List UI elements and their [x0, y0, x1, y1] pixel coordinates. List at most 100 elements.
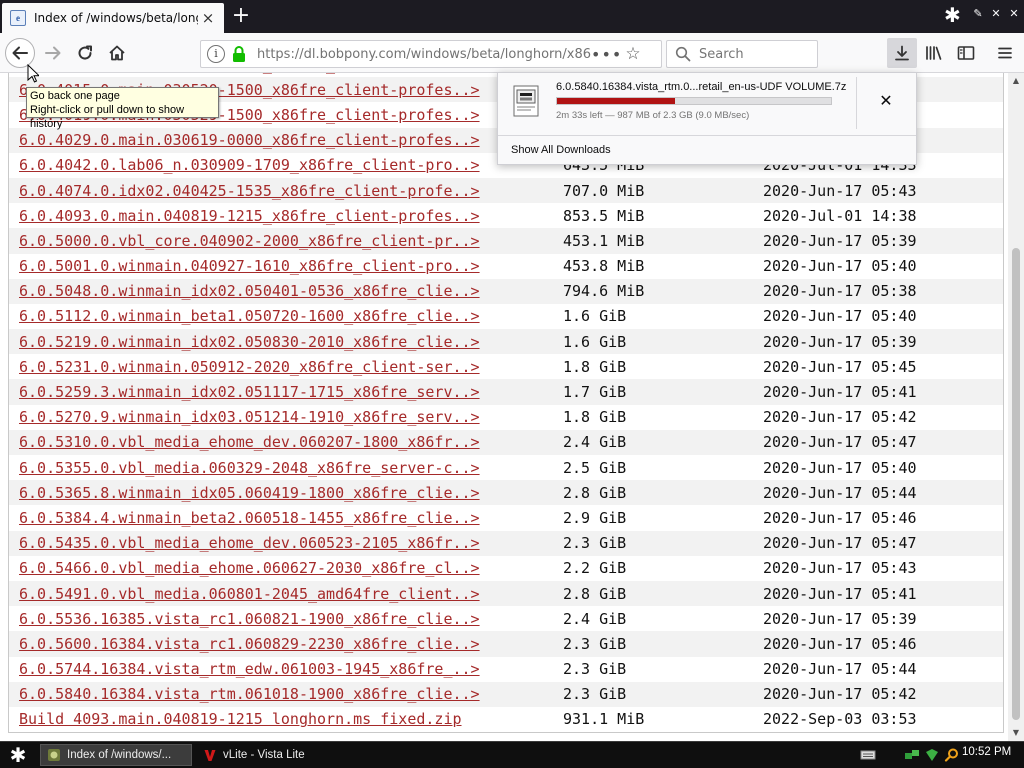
downloads-button[interactable] [887, 38, 917, 68]
file-name-cell: 6.0.5491.0.vbl_media.060801-2045_amd64fr… [9, 585, 555, 603]
file-size-cell: 2.2 GiB [563, 559, 627, 578]
show-all-downloads-button[interactable]: Show All Downloads [498, 135, 916, 165]
file-link[interactable]: Build 4093.main.040819-1215 longhorn.ms … [19, 710, 462, 728]
taskbar-item-vlite[interactable]: vLite - Vista Lite [197, 744, 349, 766]
file-link[interactable]: 6.0.5112.0.winmain_beta1.050720-1600_x86… [19, 307, 480, 325]
file-link[interactable]: 6.0.5491.0.vbl_media.060801-2045_amd64fr… [19, 585, 480, 603]
search-bar[interactable] [666, 40, 818, 68]
file-name-cell: 6.0.5231.0.winmain.050912-2020_x86fre_cl… [9, 358, 555, 376]
file-date-cell: 2020-Jun-17 05:46 [763, 508, 917, 527]
file-link[interactable]: 6.0.5536.16385.vista_rc1.060821-1900_x86… [19, 610, 480, 628]
scrollbar-thumb[interactable] [1012, 248, 1020, 720]
table-row: Build 4093.main.040819-1215 longhorn.ms … [9, 706, 1003, 733]
file-date-cell: 2020-Jun-17 05:44 [763, 483, 917, 502]
file-size-cell: 1.8 GiB [563, 357, 627, 376]
file-link[interactable]: 6.0.5001.0.winmain.040927-1610_x86fre_cl… [19, 257, 480, 275]
new-tab-button[interactable]: + [228, 3, 254, 29]
forward-arrow-icon [45, 46, 61, 60]
file-link[interactable]: 6.0.5355.0.vbl_media.060329-2048_x86fre_… [19, 459, 480, 477]
scroll-up-icon[interactable]: ▲ [1008, 73, 1024, 89]
file-date-cell: 2020-Jun-17 05:43 [763, 559, 917, 578]
file-date-cell: 2020-Jun-17 05:38 [763, 282, 917, 301]
file-name-cell: 6.0.5355.0.vbl_media.060329-2048_x86fre_… [9, 459, 555, 477]
table-row: 6.0.5744.16384.vista_rtm_edw.061003-1945… [9, 656, 1003, 682]
tab-title: Index of /windows/beta/longhorn/x86/ [34, 11, 198, 25]
file-size-cell: 2.8 GiB [563, 584, 627, 603]
vertical-scrollbar[interactable]: ▲ ▼ [1008, 73, 1024, 741]
download-filename: 6.0.5840.16384.vista_rtm.0...retail_en-u… [556, 81, 847, 93]
back-button-tooltip: Go back one page Right-click or pull dow… [26, 87, 219, 130]
file-link[interactable]: 6.0.5435.0.vbl_media_ehome_dev.060523-21… [19, 534, 480, 552]
file-link[interactable]: 6.0.4074.0.idx02.040425-1535_x86fre_clie… [19, 182, 480, 200]
scroll-down-icon[interactable]: ▼ [1008, 725, 1024, 741]
taskbar-item-firefox[interactable]: Index of /windows/... [40, 744, 192, 766]
sidebar-button[interactable] [951, 38, 981, 68]
file-link[interactable]: 6.0.5840.16384.vista_rtm.061018-1900_x86… [19, 685, 480, 703]
forward-button[interactable] [38, 38, 68, 68]
taskbar-item-label: Index of /windows/... [67, 749, 172, 761]
tab-close-icon[interactable]: × [200, 10, 216, 26]
url-bar[interactable]: i https://dl.bobpony.com/windows/beta/lo… [200, 40, 662, 68]
keyboard-icon[interactable] [860, 748, 876, 762]
file-name-cell: 6.0.4042.0.lab06_n.030909-1709_x86fre_cl… [9, 156, 555, 174]
file-size-cell: 2.4 GiB [563, 433, 627, 452]
tray-search-icon[interactable] [944, 748, 960, 762]
file-date-cell: 2020-Jun-17 05:43 [763, 181, 917, 200]
ellipsis-icon[interactable]: ••• [591, 45, 621, 64]
file-name-cell: 6.0.5600.16384.vista_rc1.060829-2230_x86… [9, 635, 555, 653]
file-name-cell: 6.0.5270.9.winmain_idx03.051214-1910_x86… [9, 408, 555, 426]
library-button[interactable] [919, 38, 949, 68]
file-link[interactable]: 6.0.4042.0.lab06_n.030909-1709_x86fre_cl… [19, 156, 480, 174]
window-minimize-icon[interactable]: ✎ [970, 6, 986, 22]
home-icon [109, 45, 125, 61]
window-close-icon[interactable]: ✕ [1006, 6, 1022, 22]
file-size-cell: 1.6 GiB [563, 307, 627, 326]
firefox-window-icon [48, 749, 60, 761]
home-button[interactable] [102, 38, 132, 68]
file-name-cell: 6.0.5435.0.vbl_media_ehome_dev.060523-21… [9, 534, 555, 552]
file-size-cell: 2.4 GiB [563, 609, 627, 628]
file-name-cell: 6.0.5310.0.vbl_media_ehome_dev.060207-18… [9, 433, 555, 451]
table-row: 6.0.5259.3.winmain_idx02.051117-1715_x86… [9, 379, 1003, 405]
file-link[interactable]: 6.0.5466.0.vbl_media_ehome.060627-2030_x… [19, 559, 480, 577]
table-row: 6.0.5435.0.vbl_media_ehome_dev.060523-21… [9, 530, 1003, 556]
info-icon[interactable]: i [207, 45, 225, 63]
file-link[interactable]: 6.0.5384.4.winmain_beta2.060518-1455_x86… [19, 509, 480, 527]
url-text[interactable]: https://dl.bobpony.com/windows/beta/long… [257, 47, 591, 62]
file-link[interactable]: 6.0.5365.8.winmain_idx05.060419-1800_x86… [19, 484, 480, 502]
tab-active[interactable]: e Index of /windows/beta/longhorn/x86/ × [2, 3, 224, 33]
file-link[interactable]: 6.0.5048.0.winmain_idx02.050401-0536_x86… [19, 282, 480, 300]
reload-button[interactable] [70, 38, 100, 68]
file-link[interactable]: 6.0.5231.0.winmain.050912-2020_x86fre_cl… [19, 358, 480, 376]
file-link[interactable]: 6.0.5270.9.winmain_idx03.051214-1910_x86… [19, 408, 480, 426]
file-name-cell: 6.0.5466.0.vbl_media_ehome.060627-2030_x… [9, 559, 555, 577]
reload-icon [78, 45, 92, 60]
tooltip-line-2: Right-click or pull down to show history [30, 104, 185, 130]
file-link[interactable]: 6.0.4029.0.main.030619-0000_x86fre_clien… [19, 131, 480, 149]
download-separator [856, 77, 857, 129]
star-icon[interactable]: ☆ [619, 44, 647, 64]
search-input[interactable] [699, 46, 809, 62]
archive-file-icon [513, 85, 539, 117]
security-icon[interactable] [924, 748, 940, 762]
file-link[interactable]: 6.0.5744.16384.vista_rtm_edw.061003-1945… [19, 660, 480, 678]
file-link[interactable]: 6.0.5310.0.vbl_media_ehome_dev.060207-18… [19, 433, 480, 451]
file-name-cell: 6.0.5384.4.winmain_beta2.060518-1455_x86… [9, 509, 555, 527]
table-row: 6.0.5310.0.vbl_media_ehome_dev.060207-18… [9, 429, 1003, 455]
cancel-download-icon[interactable]: ✕ [874, 89, 898, 113]
file-name-cell: 6.0.4015.0.main.030509-1515_x86fre_clien… [9, 73, 555, 74]
file-link[interactable]: 6.0.4093.0.main.040819-1215_x86fre_clien… [19, 207, 480, 225]
menu-button[interactable] [990, 38, 1020, 68]
download-progress-fill [557, 98, 675, 104]
file-link[interactable]: 6.0.5600.16384.vista_rc1.060829-2230_x86… [19, 635, 480, 653]
file-link[interactable]: 6.0.5000.0.vbl_core.040902-2000_x86fre_c… [19, 232, 480, 250]
file-link[interactable]: 6.0.5259.3.winmain_idx02.051117-1715_x86… [19, 383, 480, 401]
download-item[interactable]: 6.0.5840.16384.vista_rtm.0...retail_en-u… [498, 73, 916, 135]
file-link[interactable]: 6.0.5219.0.winmain_idx02.050830-2010_x86… [19, 333, 480, 351]
system-clock: 10:52 PM [962, 746, 1012, 758]
file-date-cell: 2020-Jun-17 05:39 [763, 231, 917, 250]
start-button[interactable]: ✱ [7, 744, 29, 766]
window-maximize-icon[interactable]: ✕ [988, 6, 1004, 22]
network-icon[interactable] [904, 748, 920, 762]
file-link[interactable]: 6.0.4015.0.main.030509-1515_x86fre_clien… [19, 73, 480, 74]
